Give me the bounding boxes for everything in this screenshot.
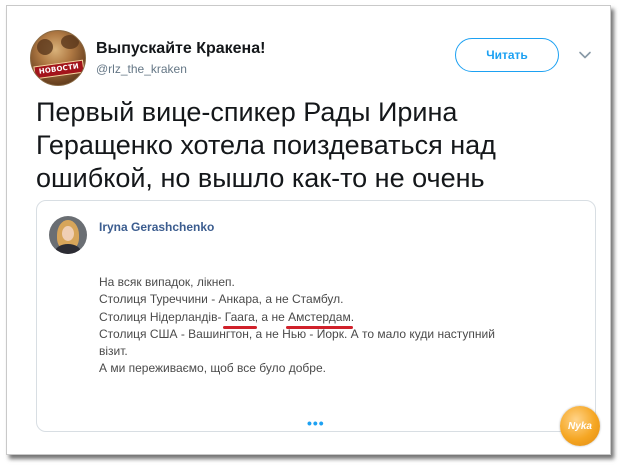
account-name[interactable]: Выпускайте Кракена! bbox=[96, 40, 265, 58]
follow-button[interactable]: Читать bbox=[455, 38, 559, 72]
account-handle[interactable]: @rlz_the_kraken bbox=[96, 62, 187, 76]
quoted-line: Столиця Туреччини - Анкара, а не Стамбул… bbox=[99, 292, 344, 307]
quoted-text: На всяк випадок, лікнеп. Столиця Туреччи… bbox=[99, 274, 579, 378]
chevron-down-icon[interactable] bbox=[578, 48, 592, 62]
quoted-line-part: . bbox=[350, 309, 355, 324]
quoted-line-part: , а не bbox=[254, 309, 289, 324]
quoted-author-name[interactable]: Iryna Gerashchenko bbox=[99, 220, 214, 234]
quoted-line: Столиця Нідерландів- Гаага, а не Амстерд… bbox=[99, 309, 579, 330]
quoted-line-part: Столиця Нідерландів- bbox=[99, 309, 225, 324]
quoted-line: А ми переживаємо, щоб все було добре. bbox=[99, 361, 326, 376]
avatar-tentacle bbox=[37, 39, 53, 55]
avatar-tentacle bbox=[61, 35, 79, 49]
account-avatar[interactable]: НОВОСТИ bbox=[30, 30, 86, 86]
tweet-text: Первый вице-спикер Рады Ирина Геращенко … bbox=[36, 97, 496, 193]
more-icon[interactable]: ••• bbox=[307, 415, 325, 431]
underlined-word: Амстердам bbox=[286, 309, 353, 330]
quoted-tweet[interactable]: Iryna Gerashchenko На всяк випадок, лікн… bbox=[36, 200, 596, 432]
quoted-line: візит. bbox=[99, 344, 128, 359]
underlined-word: Гаага bbox=[222, 309, 257, 330]
watermark-logo: Nyka bbox=[560, 406, 600, 446]
quoted-line: На всяк випадок, лікнеп. bbox=[99, 275, 235, 289]
avatar-banner: НОВОСТИ bbox=[33, 59, 85, 80]
avatar-body bbox=[55, 244, 81, 254]
quoted-avatar[interactable] bbox=[49, 216, 87, 254]
avatar-face bbox=[62, 226, 74, 241]
